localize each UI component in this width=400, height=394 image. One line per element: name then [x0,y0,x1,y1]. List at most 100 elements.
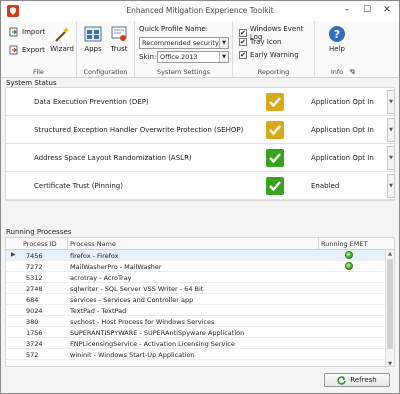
mitigation-setting-value: Application Opt In [311,126,374,134]
process-name: SUPERANTISPYWARE - SUPERAntiSpyware Appl… [70,329,245,337]
running-processes-table: Process ID Process Name Running EMET ▶ 74… [5,237,395,367]
column-divider [318,238,319,250]
checkbox-checked-icon: ✔ [239,29,247,37]
emet-running-icon [345,262,353,270]
process-id: 7456 [26,252,43,260]
tray-icon-checkbox[interactable]: ✔ Tray Icon [239,38,281,46]
system-status-row: Certificate Trust (Pinning) Enabled ▼ [6,172,396,200]
table-row[interactable]: 1756 SUPERANTISPYWARE - SUPERAntiSpyware … [6,327,386,338]
export-button[interactable]: Export [9,45,45,55]
system-status-row: Structured Exception Handler Overwrite P… [6,116,396,144]
apps-icon [84,26,102,42]
close-button[interactable]: ✕ [377,3,397,17]
chevron-down-icon: ▼ [219,52,228,62]
help-button[interactable]: ? Help [323,25,351,53]
column-process-id[interactable]: Process ID [23,240,57,248]
refresh-button[interactable]: Refresh [324,373,390,387]
dialog-launcher-icon[interactable] [349,69,355,75]
table-row[interactable]: 9024 TextPad - TextPad [6,305,386,316]
column-divider [67,238,68,250]
status-warning-icon [266,121,284,139]
wizard-icon [55,27,69,42]
configuration-group: Apps Trust Configuration [77,21,135,78]
mitigation-setting-value: Application Opt In [311,154,374,162]
ribbon: Import Export Wizard File Apps Trust Con… [1,21,399,78]
reporting-group: ✔ Windows Event Log ✔ Tray Icon ✔ Early … [233,21,315,78]
column-running-emet[interactable]: Running EMET [321,240,368,248]
table-row[interactable]: 3724 FNPLicensingService - Activation Lic… [6,338,386,349]
table-row[interactable]: 2748 sqlwriter - SQL Server VSS Writer - … [6,283,386,294]
mitigation-name: Structured Exception Handler Overwrite P… [34,126,244,134]
trust-button[interactable]: Trust [107,25,131,53]
process-name: acrotray - AcroTray [70,274,132,282]
process-name: firefox - Firefox [70,252,119,260]
process-table-scrollbar[interactable]: ▲ ▼ [385,250,394,366]
skin-dropdown[interactable]: Office 2013 ▼ [157,51,229,63]
table-row[interactable]: 684 services - Services and Controller ap… [6,294,386,305]
export-label: Export [22,46,45,54]
table-row[interactable]: 7272 MailWasherPro - MailWasher [6,261,386,272]
info-group: ? Help Info [315,21,359,78]
mitigation-setting-dropdown[interactable]: ▼ [387,118,395,142]
table-row[interactable]: 572 wininit - Windows Start-Up Applicatio… [6,349,386,360]
process-id: 7272 [26,263,43,271]
skin-label: Skin: [139,53,157,61]
mitigation-name: Data Execution Prevention (DEP) [34,98,149,106]
mitigation-setting-value: Enabled [311,182,340,190]
import-label: Import [22,28,46,36]
export-icon [9,45,18,55]
process-id: 9024 [26,307,43,315]
quick-profile-dropdown[interactable]: Recommended security ... ▼ [139,37,229,49]
scroll-down-icon[interactable]: ▼ [386,360,394,366]
reporting-group-label: Reporting [257,68,290,76]
table-row[interactable]: 5312 acrotray - AcroTray [6,272,386,283]
status-ok-icon [266,177,284,195]
process-name: wininit - Windows Start-Up Application [70,351,195,359]
quick-profile-value: Recommended security ... [142,39,228,47]
minimize-button[interactable]: – [337,3,357,17]
running-processes-heading: Running Processes [6,228,72,236]
process-name: svchost - Host Process for Windows Servi… [70,318,215,326]
trust-certificate-icon [111,26,127,41]
system-status-row: Data Execution Prevention (DEP) Applicati… [6,88,396,116]
scrollbar-thumb[interactable] [387,259,393,349]
process-id: 380 [26,318,39,326]
emet-running-icon [345,251,353,259]
file-group-label: File [33,68,44,76]
help-icon: ? [329,26,345,42]
mitigation-setting-dropdown[interactable]: ▼ [387,146,395,170]
process-id: 572 [26,351,39,359]
checkbox-checked-icon: ✔ [239,51,247,59]
file-group: Import Export Wizard File [1,21,77,78]
system-status-row: Address Space Layout Randomization (ASLR… [6,144,396,172]
tray-icon-label: Tray Icon [250,38,282,46]
import-button[interactable]: Import [9,27,45,37]
process-name: TextPad - TextPad [70,307,127,315]
skin-value: Office 2013 [160,53,198,61]
emet-window: Enhanced Mitigation Experience Toolkit –… [0,0,400,394]
apps-button[interactable]: Apps [81,25,105,53]
process-id: 684 [26,296,39,304]
process-name: MailWasherPro - MailWasher [70,263,162,271]
status-ok-icon [266,149,284,167]
process-name: FNPLicensingService - Activation Licensi… [70,340,235,348]
status-warning-icon [266,93,284,111]
system-status-panel: Data Execution Prevention (DEP) Applicati… [5,87,396,201]
configuration-group-label: Configuration [83,68,128,76]
maximize-button[interactable]: ☐ [357,3,377,17]
mitigation-setting-dropdown[interactable]: ▼ [387,174,395,198]
apps-label: Apps [84,45,102,53]
wizard-label: Wizard [50,45,74,53]
early-warning-checkbox[interactable]: ✔ Early Warning [239,51,299,59]
mitigation-name: Address Space Layout Randomization (ASLR… [34,154,192,162]
scroll-up-icon[interactable]: ▲ [386,250,394,258]
mitigation-setting-dropdown[interactable]: ▼ [387,90,395,114]
table-row[interactable]: ▶ 7456 firefox - Firefox [6,250,386,261]
svg-text:?: ? [334,28,340,41]
import-icon [9,27,18,37]
column-process-name[interactable]: Process Name [70,240,116,248]
wizard-button[interactable]: Wizard [49,25,75,53]
row-selector-icon: ▶ [11,251,16,258]
table-row[interactable]: 380 svchost - Host Process for Windows Se… [6,316,386,327]
process-id: 1756 [26,329,43,337]
